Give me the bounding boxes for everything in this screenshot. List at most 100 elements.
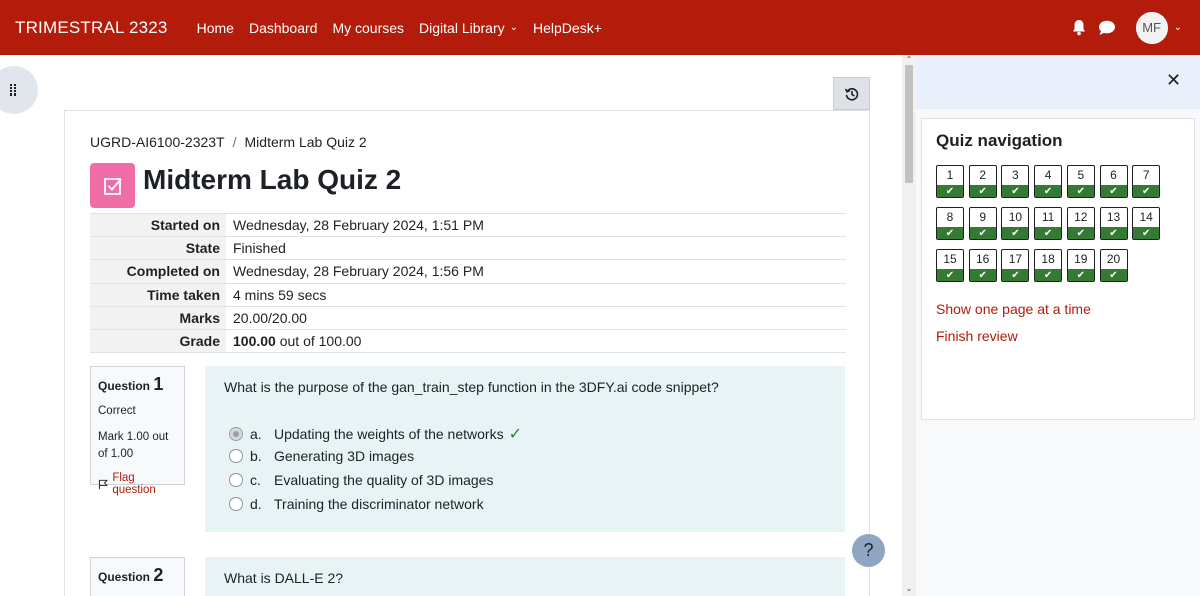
- quiz-nav-button-number: 17: [1008, 252, 1023, 266]
- quiz-nav-button[interactable]: 18 ✔: [1034, 249, 1063, 282]
- quiz-nav-button[interactable]: 5 ✔: [1066, 165, 1095, 198]
- quiz-nav-button[interactable]: 11 ✔: [1034, 207, 1063, 240]
- answer-radio-a[interactable]: [229, 427, 243, 441]
- check-icon: ✔: [969, 185, 996, 197]
- quiz-nav-button[interactable]: 7 ✔: [1132, 165, 1161, 198]
- answer-option-a[interactable]: a. Updating the weights of the networks …: [229, 424, 522, 444]
- quiz-nav-button-number: 6: [1110, 168, 1117, 182]
- nav-home-link[interactable]: Home: [197, 20, 234, 36]
- nav-my-courses-link[interactable]: My courses: [332, 20, 404, 36]
- quiz-nav-button[interactable]: 19 ✔: [1066, 249, 1095, 282]
- quiz-nav-button[interactable]: 13 ✔: [1099, 207, 1128, 240]
- marks-label: Marks: [90, 306, 226, 330]
- flag-question-link[interactable]: Flag question: [98, 472, 177, 496]
- answer-option-b[interactable]: b. Generating 3D images: [229, 448, 414, 464]
- quiz-nav-button[interactable]: 2 ✔: [968, 165, 997, 198]
- answer-letter: d.: [250, 496, 262, 512]
- quiz-nav-button[interactable]: 20 ✔: [1099, 249, 1128, 282]
- show-one-page-link[interactable]: Show one page at a time: [936, 301, 1091, 317]
- marks-value: 20.00/20.00: [233, 309, 307, 326]
- quiz-nav-button-number: 2: [979, 168, 987, 182]
- history-button[interactable]: [833, 77, 870, 110]
- bell-icon[interactable]: [1068, 17, 1090, 39]
- nav-dashboard-link[interactable]: Dashboard: [249, 20, 318, 36]
- scroll-down-arrow-icon[interactable]: ⌄: [902, 584, 916, 596]
- nav-digital-library-menu[interactable]: Digital Library ⌄: [419, 20, 518, 36]
- question-label: Question: [98, 570, 151, 584]
- flag-question-label: Flag question: [112, 472, 156, 496]
- user-area: MF ⌄: [1068, 0, 1182, 55]
- quiz-drawer: ✕ Quiz navigation 1 ✔ 2 ✔ 3 ✔ 4 ✔ 5 ✔ 6 ✔ 7 ✔ 8 ✔ 9 ✔ 10 ✔ 1…: [916, 55, 1200, 596]
- quiz-nav-button[interactable]: 16 ✔: [968, 249, 997, 282]
- check-icon: ✔: [1002, 227, 1029, 239]
- question-1-content: What is the purpose of the gan_train_ste…: [205, 366, 845, 532]
- quiz-nav-button-number: 12: [1074, 210, 1088, 224]
- quiz-nav-button[interactable]: 8 ✔: [936, 207, 964, 240]
- quiz-nav-button-number: 16: [976, 252, 990, 266]
- nav-helpdesk-link[interactable]: HelpDesk+: [533, 20, 602, 36]
- finish-review-link[interactable]: Finish review: [936, 328, 1018, 344]
- course-index-toggle[interactable]: [0, 66, 38, 114]
- quiz-nav-button-number: 9: [979, 210, 987, 224]
- close-icon[interactable]: ✕: [1166, 70, 1181, 91]
- scroll-thumb[interactable]: [905, 65, 913, 183]
- summary-row-state: State Finished: [90, 236, 846, 260]
- state-value: Finished: [233, 240, 286, 257]
- check-icon: ✔: [1035, 227, 1062, 239]
- time-taken-label: Time taken: [90, 283, 226, 307]
- question-number: Question 1: [98, 374, 177, 395]
- answer-text: Evaluating the quality of 3D images: [274, 472, 494, 488]
- question-2-info: Question 2 Correct: [90, 557, 185, 596]
- check-icon: ✔: [1067, 227, 1094, 239]
- check-icon: ✔: [937, 185, 963, 197]
- summary-row-started: Started on Wednesday, 28 February 2024, …: [90, 213, 846, 237]
- quiz-nav-button[interactable]: 3 ✔: [1001, 165, 1030, 198]
- answer-radio-b[interactable]: [229, 449, 243, 463]
- question-2-content: What is DALL-E 2?: [205, 557, 845, 596]
- chevron-down-icon: ⌄: [509, 22, 519, 33]
- quiz-nav-button-number: 5: [1077, 168, 1085, 182]
- answer-radio-c[interactable]: [229, 473, 243, 487]
- answer-radio-d[interactable]: [229, 497, 243, 511]
- quiz-nav-button-number: 8: [946, 210, 954, 224]
- check-icon: ✔: [1035, 185, 1062, 197]
- quiz-nav-button[interactable]: 1 ✔: [936, 165, 964, 198]
- site-brand[interactable]: TRIMESTRAL 2323: [15, 18, 168, 38]
- check-icon: ✔: [1002, 185, 1029, 197]
- quiz-checkbox-icon: [90, 163, 135, 208]
- quiz-nav-button[interactable]: 10 ✔: [1001, 207, 1030, 240]
- quiz-nav-button[interactable]: 14 ✔: [1132, 207, 1161, 240]
- quiz-nav-button[interactable]: 4 ✔: [1034, 165, 1063, 198]
- quiz-nav-button-number: 19: [1074, 252, 1088, 266]
- question-state: Correct: [98, 405, 136, 417]
- check-icon: ✔: [1067, 185, 1094, 197]
- question-number-value: 1: [153, 374, 164, 394]
- check-icon: ✔: [969, 227, 996, 239]
- answer-option-d[interactable]: d. Training the discriminator network: [229, 496, 484, 512]
- quiz-nav-button-number: 18: [1041, 252, 1055, 266]
- quiz-nav-button[interactable]: 6 ✔: [1099, 165, 1128, 198]
- time-taken-value: 4 mins 59 secs: [233, 286, 327, 303]
- drawer-header: ✕: [916, 55, 1200, 109]
- answer-option-c[interactable]: c. Evaluating the quality of 3D images: [229, 472, 493, 488]
- quiz-nav-button-number: 10: [1008, 210, 1023, 224]
- answer-letter: a.: [250, 426, 262, 442]
- quiz-nav-button-number: 11: [1041, 210, 1055, 224]
- started-label: Started on: [90, 213, 226, 237]
- quiz-nav-button[interactable]: 17 ✔: [1001, 249, 1030, 282]
- question-mark: Mark 1.00 out of 1.00: [98, 431, 169, 460]
- quiz-nav-button-number: 15: [943, 252, 957, 266]
- check-icon: ✔: [937, 227, 963, 239]
- page-scrollbar[interactable]: ⌃ ⌄: [902, 55, 916, 596]
- help-button[interactable]: ?: [852, 534, 885, 567]
- quiz-nav-button[interactable]: 12 ✔: [1066, 207, 1095, 240]
- question-number-value: 2: [153, 565, 164, 585]
- quiz-nav-button[interactable]: 9 ✔: [968, 207, 997, 240]
- chevron-down-icon[interactable]: ⌄: [1174, 22, 1182, 33]
- user-avatar[interactable]: MF: [1135, 11, 1168, 44]
- check-icon: ✓: [508, 426, 522, 443]
- quiz-nav-button[interactable]: 15 ✔: [936, 249, 964, 282]
- completed-label: Completed on: [90, 259, 226, 284]
- breadcrumb-course-link[interactable]: UGRD-AI6100-2323T: [90, 134, 225, 150]
- chat-icon[interactable]: [1096, 17, 1118, 39]
